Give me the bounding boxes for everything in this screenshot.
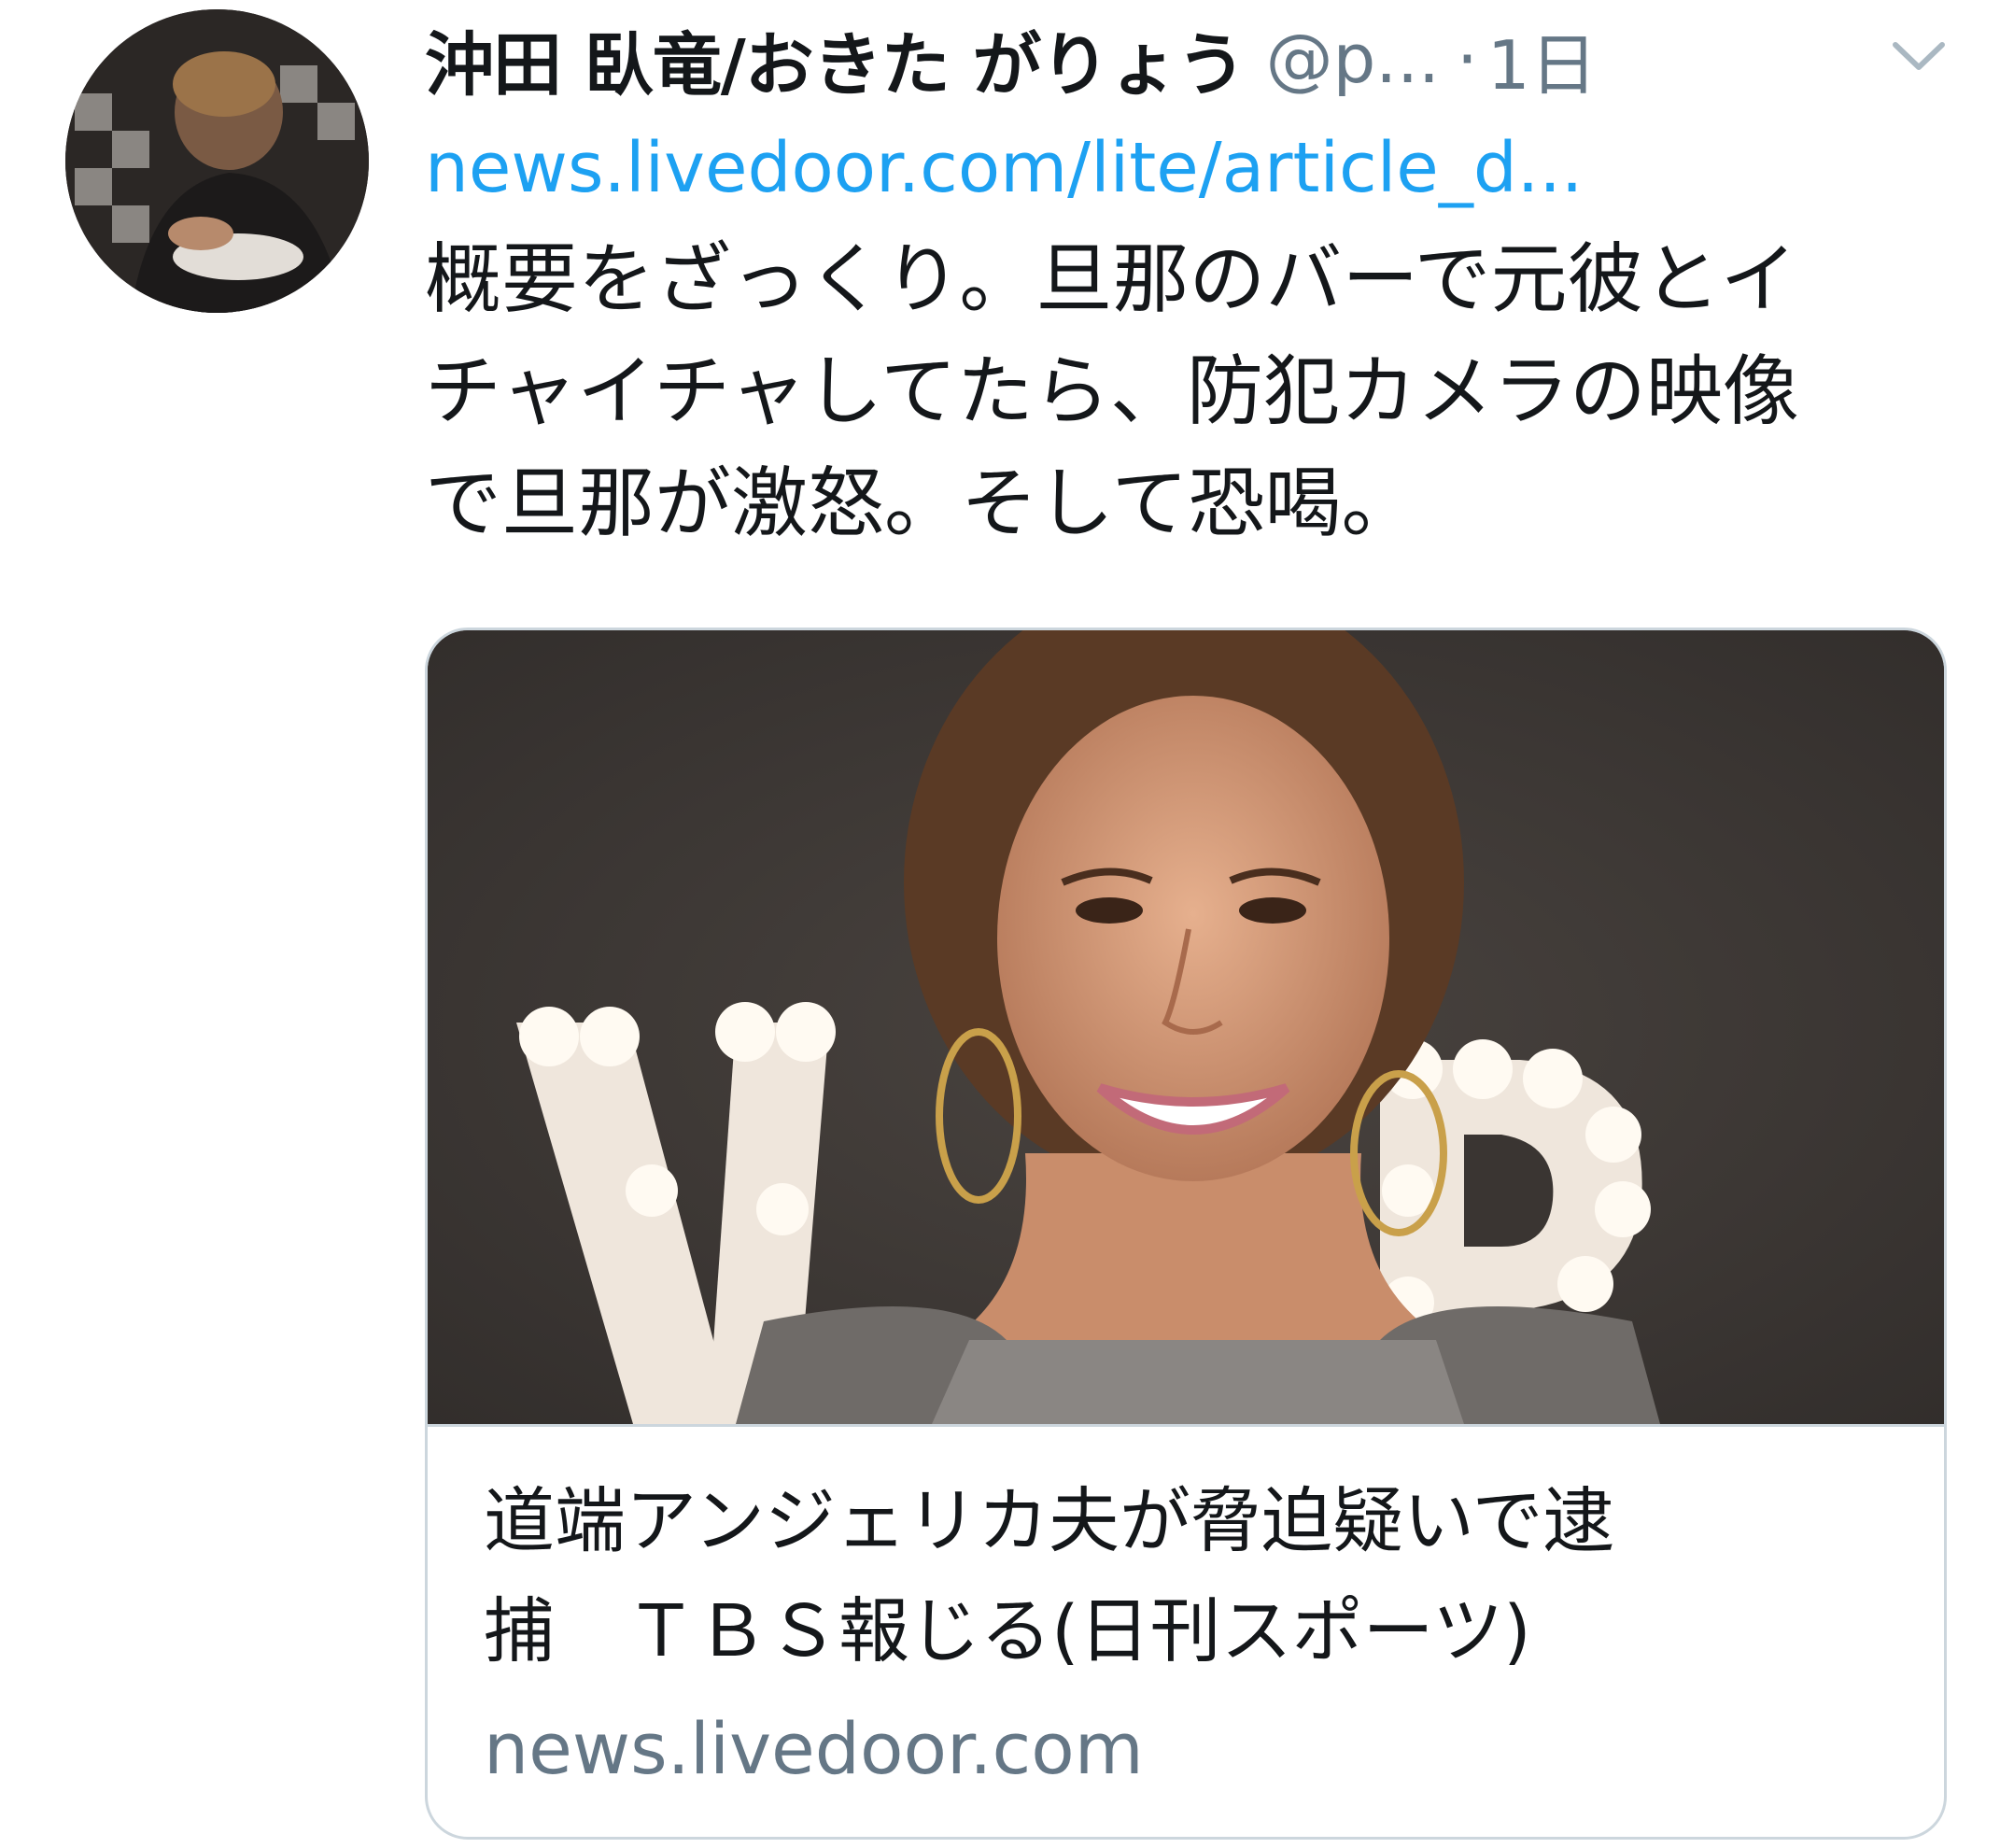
avatar-photo-icon [65,9,369,313]
tweet-link[interactable]: news.livedoor.com/lite/article_d... [425,117,1583,219]
link-preview-card[interactable]: 道端アンジェリカ夫が脅迫疑いで逮 捕 ＴＢＳ報じる(日刊スポーツ) news.l… [425,628,1947,1840]
card-image[interactable] [428,630,1944,1427]
tweet-timestamp[interactable]: 1日 [1487,10,1598,108]
tweet[interactable]: 沖田 臥竜/おきた がりょう @p... · 1日 news.livedoor.… [0,0,2014,1848]
card-domain[interactable]: news.livedoor.com [484,1698,1144,1800]
article-photo-icon [428,630,1944,1424]
author-avatar[interactable] [65,9,369,313]
header-separator: · [1456,20,1478,98]
tweet-text: 概要をざっくり。旦那のバーで元彼とイ チャイチャしてたら、防犯カメラの映像 で旦… [425,235,1799,548]
author-display-name[interactable]: 沖田 臥竜/おきた がりょう [425,9,1246,109]
card-title[interactable]: 道端アンジェリカ夫が脅迫疑いで逮 捕 ＴＢＳ報じる(日刊スポーツ) [484,1466,1903,1686]
chevron-down-icon [1893,42,1945,70]
tweet-header: 沖田 臥竜/おきた がりょう @p... · 1日 [425,7,1956,110]
author-handle[interactable]: @p... [1266,20,1440,98]
tweet-menu-button[interactable] [1886,28,1951,84]
